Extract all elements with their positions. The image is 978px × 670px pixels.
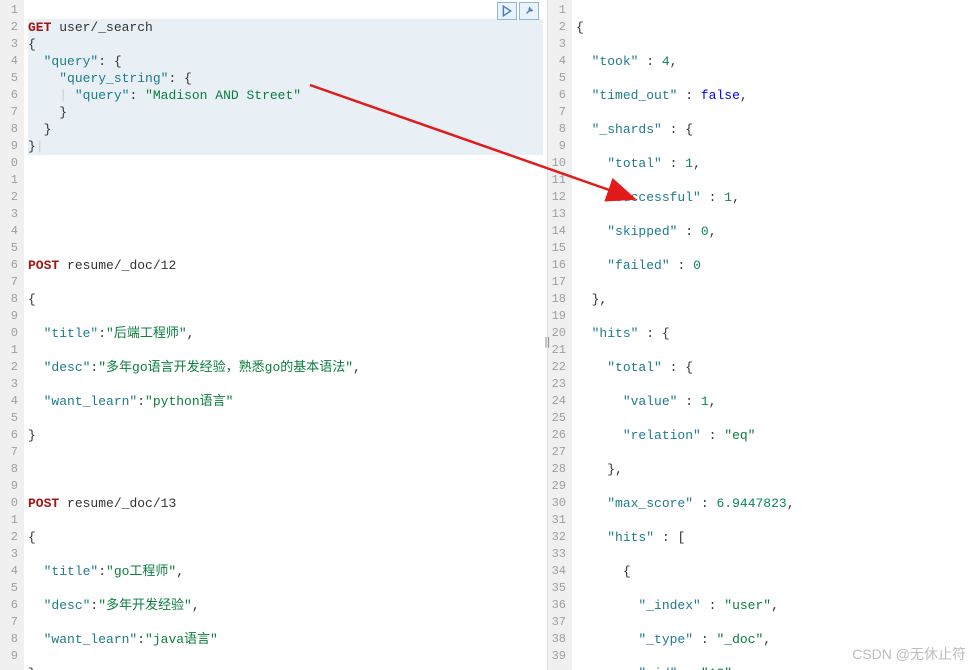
request-path: user/_search: [59, 20, 153, 35]
watermark: CSDN @无休止符: [852, 644, 966, 664]
hits-value-key: "value": [623, 394, 678, 409]
query-value: "Madison AND Street": [145, 88, 301, 103]
run-button[interactable]: [497, 2, 517, 20]
response-code: { "took" : 4, "timed_out" : false, "_sha…: [572, 0, 978, 670]
right-gutter: 1 2 3 4 5 6 7 8 9 10 11 12 13 14 15 16 1…: [548, 0, 572, 670]
http-method: POST: [28, 258, 59, 273]
request-toolbar: [497, 2, 539, 20]
response-pane[interactable]: 1 2 3 4 5 6 7 8 9 10 11 12 13 14 15 16 1…: [548, 0, 978, 670]
wrench-button[interactable]: [519, 2, 539, 20]
pane-splitter-handle[interactable]: ‖: [544, 335, 551, 349]
wrench-icon: [523, 5, 535, 17]
request-code[interactable]: GET user/_search { "query": { "query_str…: [24, 0, 547, 670]
request-editor-pane[interactable]: 1 2 3 4 5 6 7 8 9 0 1 2 3 4 5 6 7 8 9 0 …: [0, 0, 548, 670]
http-method: GET: [28, 20, 51, 35]
left-gutter: 1 2 3 4 5 6 7 8 9 0 1 2 3 4 5 6 7 8 9 0 …: [0, 0, 24, 670]
play-icon: [501, 5, 513, 17]
http-method: POST: [28, 496, 59, 511]
